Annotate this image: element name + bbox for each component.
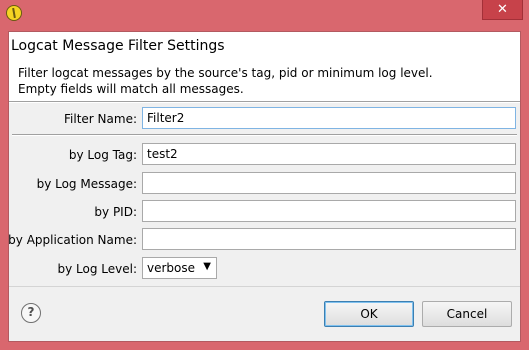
help-icon[interactable]: ? bbox=[21, 303, 41, 323]
description-line: Empty fields will match all messages. bbox=[18, 82, 244, 96]
log-tag-label: by Log Tag: bbox=[68, 148, 137, 162]
footer-divider bbox=[9, 286, 520, 287]
dialog-description: Filter logcat messages by the source's t… bbox=[18, 65, 508, 97]
pid-input[interactable] bbox=[142, 200, 516, 222]
log-message-label: by Log Message: bbox=[36, 177, 137, 191]
ok-button[interactable]: OK bbox=[324, 301, 414, 327]
dialog-title: Logcat Message Filter Settings bbox=[11, 38, 225, 54]
filter-name-input[interactable]: Filter2 bbox=[142, 107, 516, 129]
app-name-input[interactable] bbox=[142, 228, 516, 250]
title-bar[interactable]: ✕ bbox=[0, 0, 529, 30]
description-line: Filter logcat messages by the source's t… bbox=[18, 66, 433, 80]
log-level-select[interactable]: verbose ▼ bbox=[142, 257, 217, 279]
log-level-label: by Log Level: bbox=[57, 262, 138, 276]
app-icon bbox=[6, 5, 22, 21]
header-divider bbox=[9, 101, 520, 103]
dialog-header: Logcat Message Filter Settings Filter lo… bbox=[9, 32, 520, 101]
close-icon: ✕ bbox=[497, 2, 508, 17]
form-separator bbox=[12, 134, 517, 136]
filter-name-label: Filter Name: bbox=[64, 112, 137, 126]
cancel-button[interactable]: Cancel bbox=[422, 301, 512, 327]
pid-label: by PID: bbox=[94, 205, 137, 219]
dialog-window: ✕ Logcat Message Filter Settings Filter … bbox=[0, 0, 529, 350]
log-message-input[interactable] bbox=[142, 172, 516, 194]
log-tag-input[interactable]: test2 bbox=[142, 143, 516, 165]
app-name-label: by Application Name: bbox=[8, 233, 137, 247]
log-level-value: verbose bbox=[147, 261, 196, 275]
close-button[interactable]: ✕ bbox=[482, 0, 523, 20]
dialog-client-area: Logcat Message Filter Settings Filter lo… bbox=[8, 31, 521, 342]
chevron-down-icon: ▼ bbox=[203, 261, 211, 272]
